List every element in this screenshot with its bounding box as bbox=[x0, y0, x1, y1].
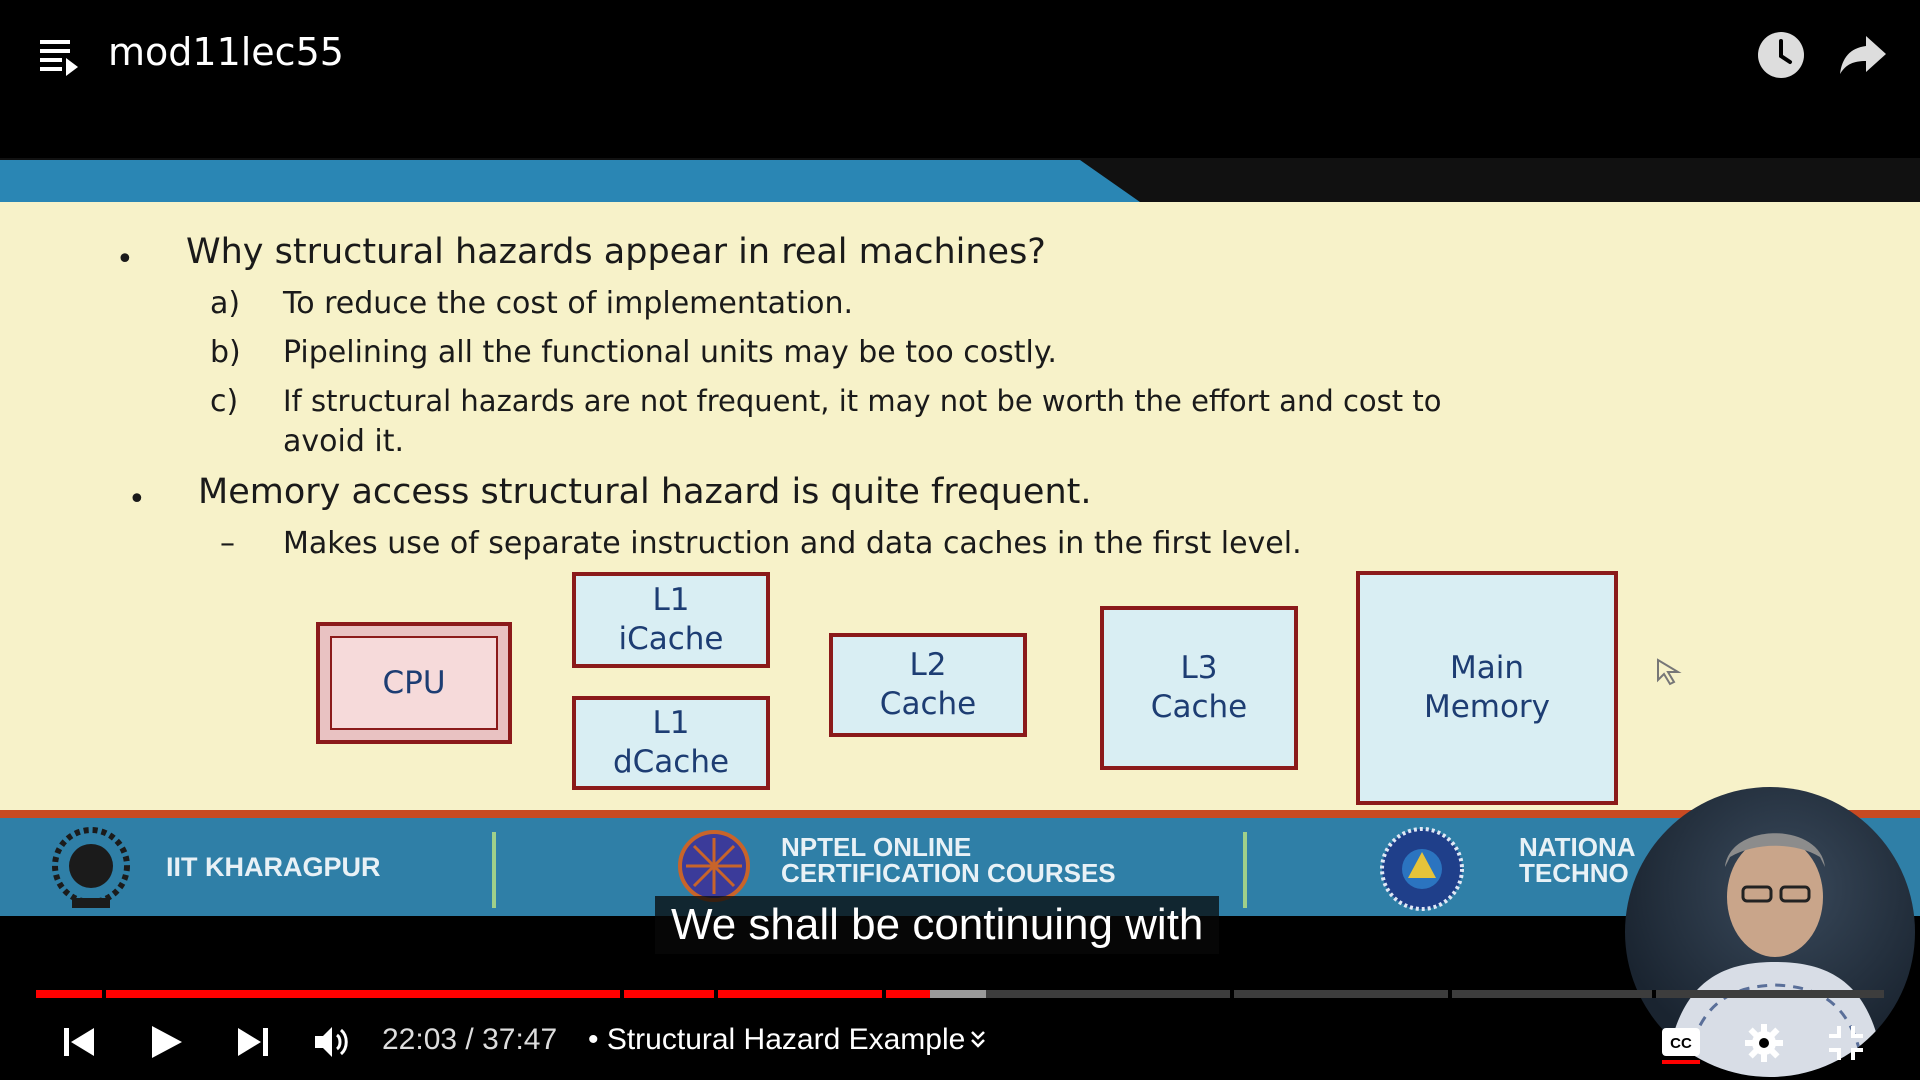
chevron-right-icon bbox=[971, 1031, 986, 1048]
cpu-box: CPU bbox=[316, 622, 512, 744]
play-icon bbox=[152, 1026, 182, 1058]
playlist-button[interactable] bbox=[36, 36, 86, 76]
subitem-marker: – bbox=[220, 526, 235, 561]
cpu-label: CPU bbox=[382, 664, 446, 701]
next-icon bbox=[238, 1028, 268, 1056]
cursor-icon bbox=[1657, 658, 1682, 686]
chapter-gap bbox=[620, 990, 624, 998]
previous-icon bbox=[64, 1028, 94, 1056]
l3-cache-label: L3 Cache bbox=[1150, 650, 1248, 725]
subitem-text: If structural hazards are not frequent, … bbox=[283, 384, 1442, 418]
slide: • Why structural hazards appear in real … bbox=[0, 158, 1920, 918]
nptel-logo-icon bbox=[678, 830, 750, 902]
main-memory-label: Main Memory bbox=[1423, 650, 1551, 725]
chapter-gap bbox=[1448, 990, 1452, 998]
chapter-gap bbox=[1230, 990, 1234, 998]
chapter-gap bbox=[1652, 990, 1656, 998]
subitem-text: To reduce the cost of implementation. bbox=[283, 286, 854, 321]
player-controls: 22:03 / 37:47 • Structural Hazard Exampl… bbox=[0, 1005, 1920, 1080]
subitem-text: Pipelining all the functional units may … bbox=[283, 335, 1057, 370]
chapter-gap bbox=[714, 990, 718, 998]
volume-button[interactable] bbox=[312, 1022, 352, 1066]
slide-body: • Why structural hazards appear in real … bbox=[0, 202, 1920, 810]
footer-nptel-line2: CERTIFICATION COURSES bbox=[781, 858, 1116, 888]
chapter-title[interactable]: • Structural Hazard Example bbox=[588, 1023, 987, 1057]
video-title[interactable]: mod11lec55 bbox=[108, 30, 344, 74]
progress-bar[interactable] bbox=[36, 990, 1884, 998]
exit-fullscreen-button[interactable] bbox=[1825, 1022, 1867, 1068]
subtitle-caption: We shall be continuing with bbox=[655, 896, 1220, 954]
footer-national-line1: NATIONA bbox=[1519, 832, 1636, 862]
l2-cache-box: L2 Cache bbox=[829, 633, 1027, 737]
share-button[interactable] bbox=[1836, 30, 1890, 80]
bullet-2-text: Memory access structural hazard is quite… bbox=[198, 472, 1092, 512]
next-button[interactable] bbox=[234, 1022, 274, 1066]
footer-divider bbox=[1243, 832, 1247, 908]
slide-header-bar bbox=[0, 158, 1920, 202]
play-button[interactable] bbox=[146, 1022, 186, 1066]
exit-fullscreen-icon bbox=[1829, 1026, 1863, 1060]
footer-iit-kharagpur: IIT KHARAGPUR bbox=[166, 852, 381, 882]
l1-icache-label: L1 iCache bbox=[618, 582, 724, 657]
captions-icon: CC bbox=[1662, 1028, 1700, 1064]
bullet-marker: • bbox=[128, 482, 146, 517]
l1-icache-box: L1 iCache bbox=[572, 572, 770, 668]
top-bar: mod11lec55 bbox=[0, 0, 1920, 110]
l2-cache-label: L2 Cache bbox=[879, 647, 977, 722]
captions-button[interactable]: CC bbox=[1660, 1022, 1702, 1068]
volume-icon bbox=[315, 1027, 348, 1057]
iit-kharagpur-logo-icon bbox=[52, 827, 130, 908]
subitem-continuation: avoid it. bbox=[283, 424, 405, 459]
main-memory-box: Main Memory bbox=[1356, 571, 1618, 805]
bullet-1-text: Why structural hazards appear in real ma… bbox=[186, 232, 1046, 272]
watch-later-button[interactable] bbox=[1756, 30, 1806, 80]
share-icon bbox=[1840, 36, 1886, 74]
settings-button[interactable] bbox=[1743, 1022, 1785, 1068]
time-display: 22:03 / 37:47 bbox=[382, 1023, 558, 1056]
footer-divider bbox=[492, 832, 496, 908]
subitem-text: Makes use of separate instruction and da… bbox=[283, 526, 1302, 561]
footer-national-line2: TECHNO bbox=[1519, 858, 1629, 888]
progress-played bbox=[36, 990, 930, 998]
settings-icon bbox=[1745, 1024, 1783, 1062]
l3-cache-box: L3 Cache bbox=[1100, 606, 1298, 770]
chapter-gap bbox=[882, 990, 886, 998]
playlist-icon bbox=[40, 40, 78, 76]
footer-nptel-line1: NPTEL ONLINE bbox=[781, 832, 972, 862]
national-institute-logo-icon bbox=[1380, 827, 1464, 911]
subitem-marker: c) bbox=[210, 384, 239, 419]
svg-text:CC: CC bbox=[1670, 1035, 1692, 1052]
chapter-gap bbox=[102, 990, 106, 998]
chapter-label: • Structural Hazard Example bbox=[588, 1023, 966, 1056]
watch-later-icon bbox=[1758, 32, 1804, 78]
bullet-marker: • bbox=[116, 242, 134, 277]
l1-dcache-box: L1 dCache bbox=[572, 696, 770, 790]
l1-dcache-label: L1 dCache bbox=[612, 705, 730, 780]
previous-button[interactable] bbox=[60, 1022, 100, 1066]
subitem-marker: a) bbox=[210, 286, 241, 321]
subitem-marker: b) bbox=[210, 335, 241, 370]
